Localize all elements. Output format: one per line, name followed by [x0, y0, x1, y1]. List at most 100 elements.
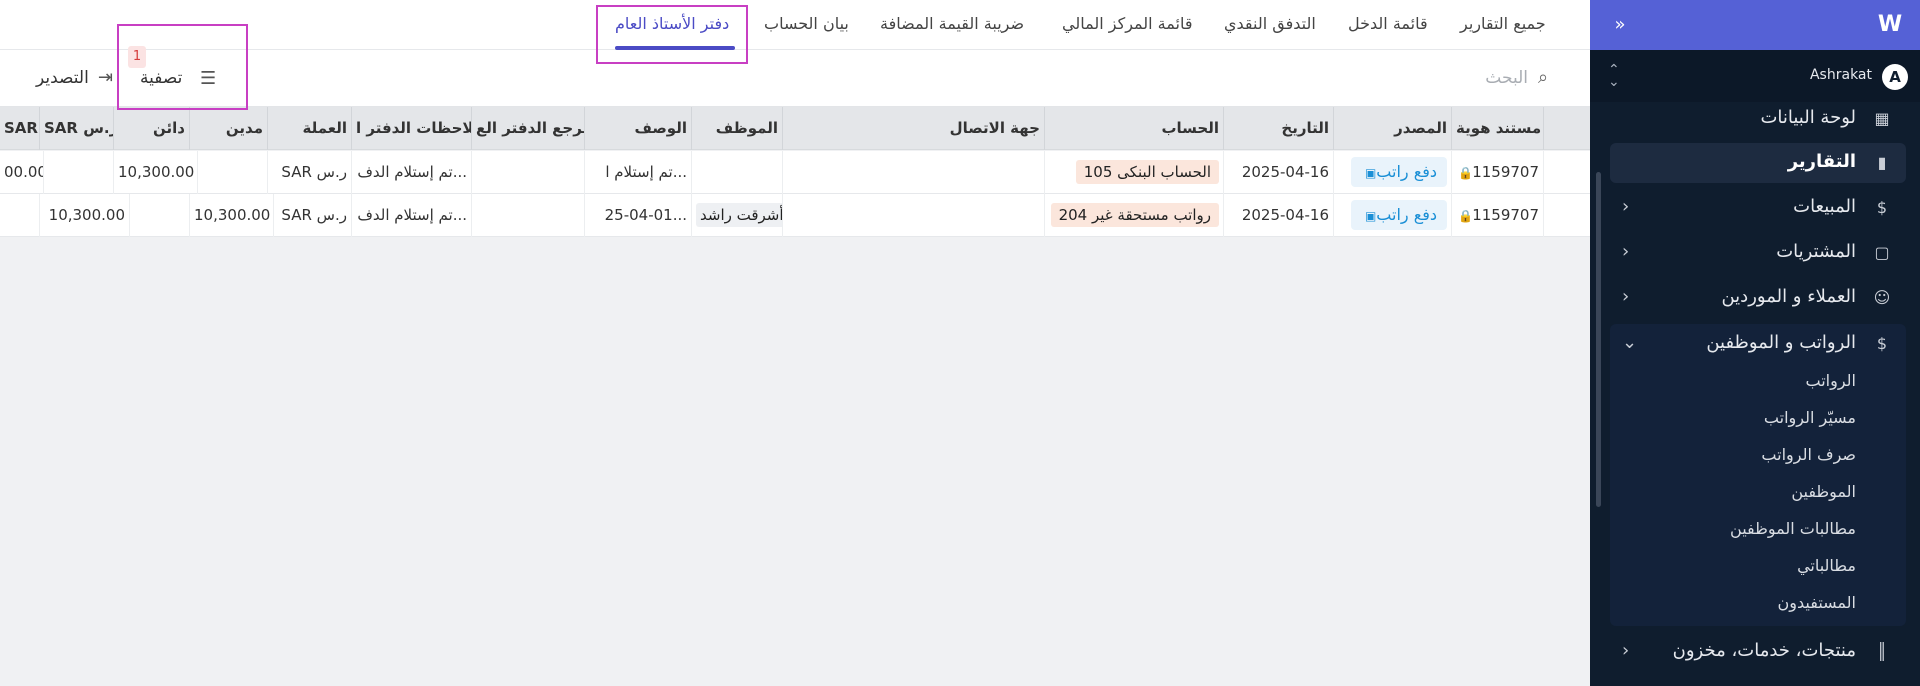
tab-cash-flow[interactable]: التدفق النقدي	[1224, 14, 1316, 33]
sidebar-item-sales[interactable]: › $ المبيعات	[1610, 188, 1906, 228]
contacts-icon: ☺	[1873, 288, 1891, 307]
col-ledger-ref[interactable]: مرجع الدفتر الع	[472, 107, 585, 150]
tab-vat[interactable]: ضريبة القيمة المضافة	[880, 14, 1024, 33]
col-account[interactable]: الحساب	[1045, 107, 1224, 150]
chevron-right-icon: ›	[1622, 640, 1630, 661]
search-icon: ⌕	[1538, 67, 1549, 88]
export-label: التصدير	[36, 68, 89, 88]
cell-ledger-notes: تم إستلام الدف...	[352, 194, 472, 237]
chevron-right-icon: ›	[1622, 241, 1630, 262]
source-value: دفع راتب	[1376, 162, 1437, 181]
sidebar-scrollbar[interactable]	[1596, 172, 1601, 507]
source-value: دفع راتب	[1376, 205, 1437, 224]
sidebar-item-payroll[interactable]: ⌄ $ الرواتب و الموظفين	[1610, 324, 1906, 364]
sidebar-item-products[interactable]: › ║ منتجات، خدمات، مخزون	[1610, 632, 1906, 672]
chevron-down-icon: ⌄	[1622, 332, 1638, 353]
col-contact[interactable]: جهة الاتصال	[783, 107, 1045, 150]
sidebar-item-reports[interactable]: ▮ التقارير	[1610, 143, 1906, 183]
user-name: Ashrakat	[1809, 67, 1872, 83]
cell-description: تم إستلام ا...	[585, 151, 692, 194]
col-debit[interactable]: مدين	[190, 107, 268, 150]
col-sar[interactable]: SAR	[0, 107, 40, 150]
chevron-right-icon: ›	[1622, 196, 1630, 217]
account-chip[interactable]: 204 رواتب مستحقة غير	[1050, 203, 1219, 227]
lock-icon: 🔒	[1458, 166, 1474, 180]
sidebar-subitem-my-claims[interactable]: مطالباتي	[1797, 556, 1856, 575]
reports-icon: ▮	[1877, 153, 1887, 172]
sidebar-subitem-salaries[interactable]: الرواتب	[1806, 371, 1856, 390]
payroll-group	[1610, 324, 1906, 626]
sidebar-item-contacts[interactable]: › ☺ العملاء و الموردين	[1610, 278, 1906, 318]
employee-chip[interactable]: أشرقت راشد	[696, 203, 782, 227]
cell-currency: SAR ر.س	[268, 151, 352, 194]
doc-id-value: 1159707	[1472, 163, 1539, 181]
app-logo[interactable]: W	[1876, 12, 1904, 38]
cell-sar: 00.00	[0, 151, 44, 194]
col-date[interactable]: التاريخ	[1224, 107, 1334, 150]
cell-date: 2025-04-16	[1224, 194, 1334, 237]
col-source[interactable]: المصدر	[1334, 107, 1452, 150]
expand-collapse-icon: ⌃ ⌄	[1608, 62, 1620, 90]
col-currency[interactable]: العملة	[268, 107, 352, 150]
cell-sar-amount: 10,300.00	[40, 194, 130, 237]
table-header: مستند هوية المصدر التاريخ الحساب جهة الا…	[0, 107, 1590, 150]
table-row[interactable]: 🔒1159707 ▣دفع راتب 2025-04-16 105 الحساب…	[0, 151, 1590, 194]
sidebar-item-dashboard[interactable]: ▦ لوحة البيانات	[1610, 99, 1906, 139]
sidebar-item-label: الرواتب و الموظفين	[1706, 332, 1856, 353]
col-ledger-notes[interactable]: ملاحظات الدفتر ا	[352, 107, 472, 150]
sidebar-item-purchases[interactable]: › ▢ المشتريات	[1610, 233, 1906, 273]
tab-balance-sheet[interactable]: قائمة المركز المالي	[1062, 14, 1192, 33]
payroll-icon: $	[1876, 334, 1888, 353]
col-employee[interactable]: الموظف	[692, 107, 783, 150]
tab-income-statement[interactable]: قائمة الدخل	[1348, 14, 1428, 33]
cell-debit	[190, 151, 268, 194]
dollar-icon: $	[1876, 198, 1888, 217]
cell-sar	[0, 194, 40, 237]
cell-account: 204 رواتب مستحقة غير	[1045, 194, 1224, 237]
avatar: A	[1882, 64, 1908, 90]
sidebar-item-label: المبيعات	[1793, 196, 1856, 217]
table-row[interactable]: 🔒1159707 ▣دفع راتب 2025-04-16 204 رواتب …	[0, 194, 1590, 237]
cell-doc-id: 🔒1159707	[1452, 194, 1544, 237]
col-credit[interactable]: دائن	[114, 107, 190, 150]
sidebar-item-label: لوحة البيانات	[1760, 107, 1856, 128]
cell-ledger-ref	[472, 194, 585, 237]
col-sar-amount[interactable]: SAR ر.س	[40, 107, 114, 150]
sidebar-item-label: منتجات، خدمات، مخزون	[1672, 640, 1856, 661]
export-icon: ⇥	[98, 67, 114, 88]
account-chip[interactable]: 105 الحساب البنكى	[1075, 160, 1219, 184]
tab-account-statement[interactable]: بيان الحساب	[764, 14, 849, 33]
cell-account: 105 الحساب البنكى	[1045, 151, 1224, 194]
sidebar-subitem-salary-payment[interactable]: صرف الرواتب	[1761, 445, 1856, 464]
shopping-bag-icon: ▢	[1874, 243, 1890, 262]
collapse-sidebar-icon[interactable]: »	[1608, 13, 1632, 37]
chevron-right-icon: ›	[1622, 286, 1630, 307]
sidebar-item-label: العملاء و الموردين	[1721, 286, 1856, 307]
source-chip[interactable]: ▣دفع راتب	[1350, 157, 1447, 187]
search-input[interactable]	[1300, 64, 1528, 92]
cell-ledger-ref	[472, 151, 585, 194]
tab-highlight-box	[596, 5, 748, 64]
sidebar-subitem-payroll-run[interactable]: مسيّر الرواتب	[1764, 408, 1856, 427]
cell-employee: أشرقت راشد	[692, 194, 783, 237]
sidebar-subitem-beneficiaries[interactable]: المستفيدون	[1778, 593, 1856, 612]
money-icon: ▣	[1364, 166, 1377, 180]
doc-id-value: 1159707	[1472, 206, 1539, 224]
user-switcher[interactable]: ⌃ ⌄ Ashrakat A	[1590, 50, 1920, 102]
cell-description: 25-04-01...	[585, 194, 692, 237]
col-doc-id[interactable]: مستند هوية	[1452, 107, 1544, 150]
cell-credit: 10,300.00	[114, 151, 198, 194]
cell-contact	[783, 151, 1045, 194]
cell-employee	[692, 151, 783, 194]
cell-contact	[783, 194, 1045, 237]
sidebar-header: » W	[1590, 0, 1920, 50]
cell-source: ▣دفع راتب	[1334, 151, 1452, 194]
col-description[interactable]: الوصف	[585, 107, 692, 150]
cell-debit: 10,300.00	[190, 194, 274, 237]
sidebar-subitem-employee-claims[interactable]: مطالبات الموظفين	[1730, 519, 1856, 538]
source-chip[interactable]: ▣دفع راتب	[1350, 200, 1447, 230]
tab-all-reports[interactable]: جميع التقارير	[1460, 14, 1546, 33]
cell-sar-amount	[40, 151, 114, 194]
sidebar-item-label: التقارير	[1787, 151, 1856, 172]
sidebar-subitem-employees[interactable]: الموظفين	[1791, 482, 1856, 501]
